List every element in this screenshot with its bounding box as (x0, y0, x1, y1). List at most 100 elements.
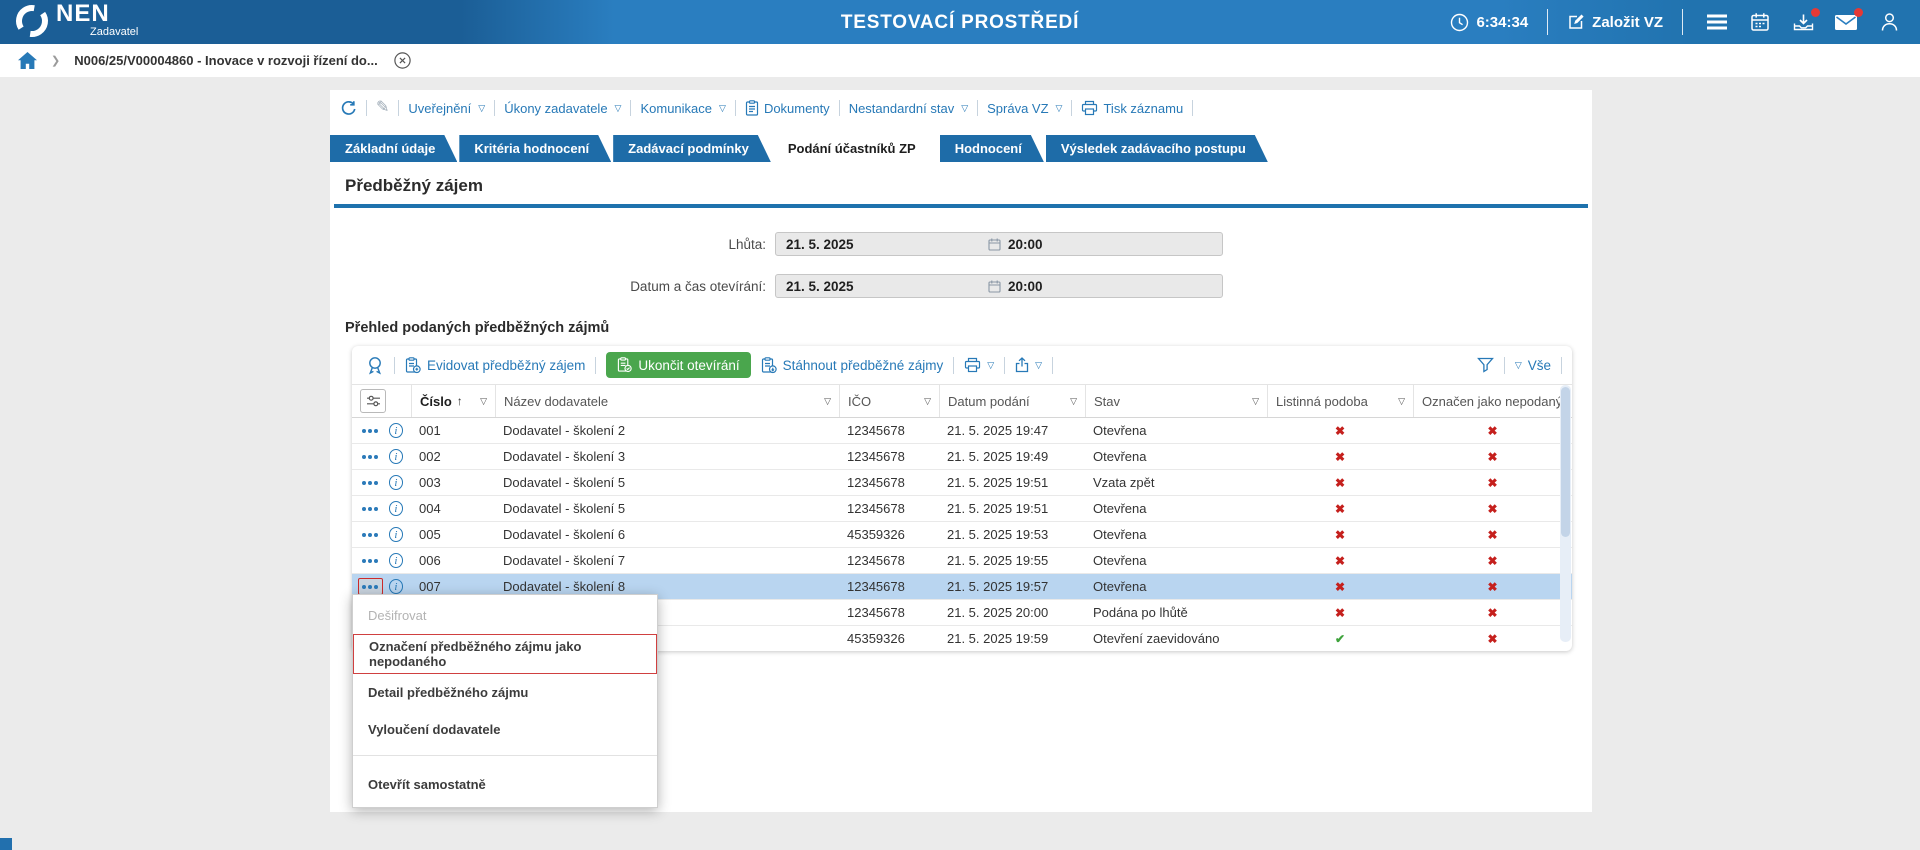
check-icon: ✔ (1335, 632, 1345, 646)
lhuta-time-value: 20:00 (1001, 237, 1043, 252)
column-header-listinna-podoba[interactable]: Listinná podoba ▽ (1267, 385, 1413, 417)
toolbar-item-komunikace[interactable]: Komunikace▽ (640, 101, 725, 116)
row-actions-button[interactable] (358, 448, 383, 465)
toolbar-item-sprava-vz[interactable]: Správa VZ▽ (987, 101, 1062, 116)
filter-dropdown-icon[interactable]: ▽ (818, 396, 831, 407)
home-icon[interactable] (18, 52, 37, 69)
calendar-small-icon[interactable] (988, 238, 1001, 251)
doc-finish-icon (617, 357, 632, 373)
cell-ico: 12345678 (839, 444, 939, 469)
row-info-icon[interactable]: i (389, 449, 403, 464)
table-row[interactable]: i004Dodavatel - školení 51234567821. 5. … (352, 496, 1572, 522)
view-all-selector[interactable]: ▽ Vše (1515, 358, 1551, 373)
toolbar-item-tisk-zaznamu[interactable]: Tisk záznamu (1081, 100, 1183, 116)
profile-button[interactable] (1874, 5, 1904, 39)
filter-dropdown-icon[interactable]: ▽ (918, 396, 931, 407)
tab-podani-ucastniku-zp[interactable]: Podání účastníků ZP (773, 135, 938, 162)
cell-oznacen-jako-nepodany: ✖ (1413, 548, 1572, 573)
filter-dropdown-icon[interactable]: ▽ (1064, 396, 1077, 407)
tab-hodnoceni[interactable]: Hodnocení (940, 135, 1044, 162)
evidovat-button[interactable]: Evidovat předběžný zájem (405, 357, 585, 374)
stahnout-button[interactable]: Stáhnout předběžné zájmy (761, 357, 944, 374)
toolbar-item-dokumenty[interactable]: Dokumenty (745, 100, 830, 116)
toolbar-item-uverejneni[interactable]: Uveřejnění▽ (408, 101, 485, 116)
table-row[interactable]: i005Dodavatel - školení 64535932621. 5. … (352, 522, 1572, 548)
create-vz-button[interactable]: Založit VZ (1567, 13, 1663, 31)
table-row[interactable]: i001Dodavatel - školení 21234567821. 5. … (352, 418, 1572, 444)
seal-button[interactable] (366, 356, 384, 375)
toolbar-divider (1052, 357, 1053, 374)
oteviranie-date-value: 21. 5. 2025 (776, 279, 988, 294)
column-header-stav[interactable]: Stav ▽ (1085, 385, 1267, 417)
column-header-datum-podani[interactable]: Datum podání ▽ (939, 385, 1085, 417)
toolbar-item-ukony-zadavatele[interactable]: Úkony zadavatele▽ (504, 101, 621, 116)
cross-icon: ✖ (1487, 606, 1497, 620)
tab-zakladni-udaje[interactable]: Základní údaje (330, 135, 457, 162)
row-info-icon[interactable]: i (389, 553, 403, 568)
datum-oteviranie-label: Datum a čas otevírání: (330, 279, 775, 294)
messages-button[interactable] (1831, 5, 1861, 39)
calendar-icon (1750, 12, 1770, 32)
column-header-oznacen-jako-nepodany[interactable]: Označen jako nepodaný (1413, 385, 1572, 417)
menu-item-detail-predbezneho-zajmu[interactable]: Detail předběžného zájmu (353, 674, 657, 711)
row-info-icon[interactable]: i (389, 527, 403, 542)
document-icon (745, 100, 759, 116)
calendar-button[interactable] (1745, 5, 1775, 39)
menu-button[interactable] (1702, 5, 1732, 39)
tab-kriteria-hodnoceni[interactable]: Kritéria hodnocení (459, 135, 611, 162)
toolbar-item-nestandardni-stav[interactable]: Nestandardní stav▽ (849, 101, 968, 116)
menu-item-oznaceni-jako-nepodaneho[interactable]: Označení předběžného zájmu jako nepodané… (353, 634, 657, 674)
toolbar-divider (1504, 357, 1505, 374)
downloads-button[interactable] (1788, 5, 1818, 39)
filter-dropdown-icon[interactable]: ▽ (474, 396, 487, 407)
column-header-nazev-dodavatele[interactable]: Název dodavatele ▽ (495, 385, 839, 417)
menu-item-otevrit-samostatne[interactable]: Otevřít samostatně (353, 763, 657, 805)
cross-icon: ✖ (1487, 450, 1497, 464)
filter-button[interactable] (1477, 357, 1494, 373)
lhuta-label: Lhůta: (330, 237, 775, 252)
cell-nazev-dodavatele: Dodavatel - školení 5 (495, 470, 839, 495)
clock-icon (1450, 13, 1469, 32)
lhuta-field[interactable]: 21. 5. 2025 20:00 (775, 232, 1223, 256)
row-info-icon[interactable]: i (389, 423, 403, 438)
cell-listinna-podoba: ✖ (1267, 470, 1413, 495)
edit-record-button[interactable]: ✎ (376, 100, 389, 116)
calendar-small-icon[interactable] (988, 280, 1001, 293)
table-row[interactable]: i006Dodavatel - školení 71234567821. 5. … (352, 548, 1572, 574)
row-actions-button[interactable] (358, 500, 383, 517)
column-header-ico[interactable]: IČO ▽ (839, 385, 939, 417)
table-row[interactable]: i003Dodavatel - školení 51234567821. 5. … (352, 470, 1572, 496)
export-button[interactable]: ▽ (1015, 357, 1042, 373)
table-scrollbar-thumb[interactable] (1561, 387, 1570, 537)
table-scrollbar[interactable] (1560, 385, 1571, 642)
cross-icon: ✖ (1487, 632, 1497, 646)
row-actions-button[interactable] (358, 578, 383, 595)
row-info-icon[interactable]: i (389, 501, 403, 516)
filter-dropdown-icon[interactable]: ▽ (1246, 396, 1259, 407)
ukoncit-oteviranie-button[interactable]: Ukončit otevírání (606, 352, 750, 378)
row-info-icon[interactable]: i (389, 579, 403, 594)
cell-actions: i (352, 444, 411, 469)
menu-item-vylouceni-dodavatele[interactable]: Vyloučení dodavatele (353, 711, 657, 748)
column-header-cislo[interactable]: Číslo ↑ ▽ (411, 385, 495, 417)
tab-zadavaci-podminky[interactable]: Zadávací podmínky (613, 135, 771, 162)
datum-oteviranie-field[interactable]: 21. 5. 2025 20:00 (775, 274, 1223, 298)
cell-actions: i (352, 548, 411, 573)
row-actions-button[interactable] (358, 474, 383, 491)
row-actions-button[interactable] (358, 422, 383, 439)
table-row[interactable]: i002Dodavatel - školení 31234567821. 5. … (352, 444, 1572, 470)
table-section-title: Přehled podaných předběžných zájmů (345, 320, 1592, 336)
cell-ico: 45359326 (839, 626, 939, 651)
refresh-button[interactable] (340, 100, 357, 117)
row-info-icon[interactable]: i (389, 475, 403, 490)
column-settings-button[interactable] (360, 389, 386, 413)
close-record-icon[interactable] (394, 52, 411, 69)
filter-dropdown-icon[interactable]: ▽ (1392, 396, 1405, 407)
tab-vysledek-zadavaciho-postupu[interactable]: Výsledek zadávacího postupu (1046, 135, 1268, 162)
breadcrumb-item[interactable]: N006/25/V00004860 - Inovace v rozvoji ří… (74, 53, 377, 68)
row-actions-button[interactable] (358, 552, 383, 569)
row-actions-button[interactable] (358, 526, 383, 543)
print-table-button[interactable]: ▽ (964, 357, 994, 373)
cell-datum-podani: 21. 5. 2025 19:57 (939, 574, 1085, 599)
toolbar-divider (1071, 100, 1072, 116)
